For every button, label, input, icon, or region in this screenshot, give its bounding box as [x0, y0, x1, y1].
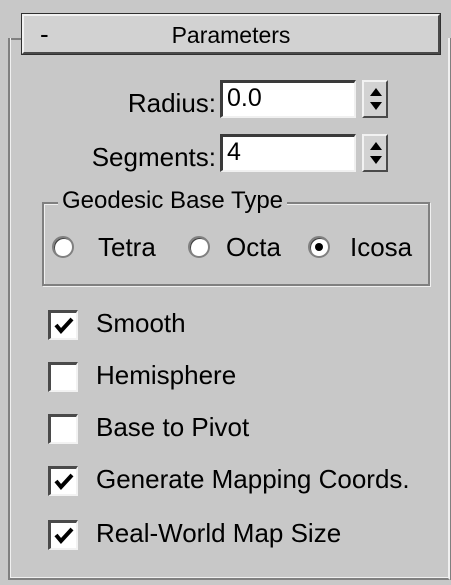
radio-octa-label[interactable]: Octa — [226, 232, 281, 262]
spinner-down-icon[interactable] — [370, 156, 382, 164]
real-world-map-size-checkbox[interactable] — [48, 520, 78, 550]
spinner-up-icon[interactable] — [370, 88, 382, 96]
spinner-up-icon[interactable] — [370, 142, 382, 150]
radius-spinner[interactable] — [362, 80, 388, 118]
segments-label: Segments: — [91, 142, 216, 172]
radio-icosa-label[interactable]: Icosa — [350, 232, 412, 262]
hemisphere-label[interactable]: Hemisphere — [96, 360, 236, 390]
radio-selected-dot-icon — [315, 243, 323, 251]
segments-spinner[interactable] — [362, 134, 388, 172]
rollout-frame — [8, 38, 450, 580]
hemisphere-checkbox[interactable] — [48, 362, 78, 392]
radius-field[interactable]: 0.0 — [220, 80, 356, 118]
spinner-down-icon[interactable] — [370, 102, 382, 110]
generate-mapping-coords-label[interactable]: Generate Mapping Coords. — [96, 464, 410, 494]
generate-mapping-coords-checkbox[interactable] — [48, 466, 78, 496]
radius-label: Radius: — [127, 88, 216, 118]
checkmark-icon — [54, 527, 74, 545]
checkmark-icon — [54, 473, 74, 491]
radio-icosa[interactable] — [308, 236, 330, 258]
radio-octa[interactable] — [188, 236, 210, 258]
rollout-title: Parameters — [171, 22, 291, 48]
checkmark-icon — [54, 317, 74, 335]
geodesic-group-title: Geodesic Base Type — [58, 186, 288, 216]
real-world-map-size-label[interactable]: Real-World Map Size — [96, 518, 341, 548]
parameters-rollout-header[interactable]: - Parameters — [22, 14, 440, 54]
base-to-pivot-checkbox[interactable] — [48, 414, 78, 444]
smooth-checkbox[interactable] — [48, 310, 78, 340]
segments-field[interactable]: 4 — [220, 134, 356, 172]
smooth-label[interactable]: Smooth — [96, 308, 186, 338]
base-to-pivot-label[interactable]: Base to Pivot — [96, 412, 249, 442]
radio-tetra-label[interactable]: Tetra — [98, 232, 156, 262]
radio-tetra[interactable] — [52, 236, 74, 258]
